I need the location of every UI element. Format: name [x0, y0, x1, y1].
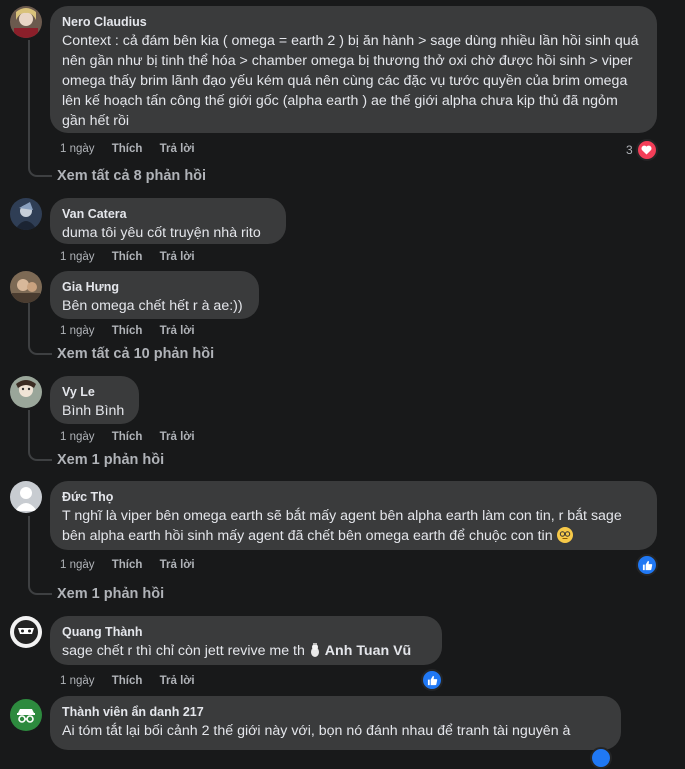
- comment-text: Bình Bình: [62, 403, 125, 419]
- thread-branch: [28, 449, 52, 461]
- view-replies-link[interactable]: Xem tất cả 8 phản hồi: [57, 167, 206, 185]
- comment-text: T nghĩ là viper bên omega earth sẽ bắt m…: [62, 506, 645, 546]
- comment-actions: 1 ngày Thích Trả lời: [60, 674, 195, 688]
- comment-author[interactable]: Vy Le: [62, 384, 127, 400]
- love-reaction-icon: [635, 139, 658, 161]
- comment-text-body: sage chết r thì chỉ còn jett revive me t…: [62, 643, 305, 659]
- comment-time[interactable]: 1 ngày: [60, 430, 95, 444]
- view-replies-link[interactable]: Xem 1 phản hồi: [57, 451, 164, 469]
- thinking-face-emoji-icon: [556, 527, 573, 543]
- like-button[interactable]: Thích: [112, 558, 143, 572]
- reaction-summary[interactable]: 3: [626, 139, 658, 161]
- comment-text: Bên omega chết hết r à ae:)): [62, 298, 243, 314]
- comment-actions: 1 ngày Thích Trả lời: [60, 142, 195, 156]
- like-button[interactable]: Thích: [112, 324, 143, 338]
- comment-bubble: Thành viên ẩn danh 217 Ai tóm tắt lại bố…: [50, 696, 621, 750]
- avatar[interactable]: [10, 616, 42, 648]
- comment-actions: 1 ngày Thích Trả lời: [60, 558, 195, 572]
- comment-text: duma tôi yêu cốt truyện nhà rito: [62, 225, 261, 241]
- reaction-summary[interactable]: [590, 747, 612, 769]
- comment-actions: 1 ngày Thích Trả lời: [60, 250, 195, 264]
- comment-time[interactable]: 1 ngày: [60, 558, 95, 572]
- comment-author[interactable]: Gia Hưng: [62, 279, 247, 295]
- comment-time[interactable]: 1 ngày: [60, 324, 95, 338]
- comment-time[interactable]: 1 ngày: [60, 142, 95, 156]
- reply-button[interactable]: Trả lời: [160, 674, 195, 688]
- like-button[interactable]: Thích: [112, 430, 143, 444]
- comment-text: sage chết r thì chỉ còn jett revive me t…: [62, 641, 430, 661]
- reply-button[interactable]: Trả lời: [160, 430, 195, 444]
- comment-bubble: Quang Thành sage chết r thì chỉ còn jett…: [50, 616, 442, 665]
- avatar[interactable]: [10, 271, 42, 303]
- comment-text: Ai tóm tắt lại bối cảnh 2 thế giới này v…: [62, 723, 571, 739]
- avatar[interactable]: [10, 198, 42, 230]
- like-button[interactable]: Thích: [112, 250, 143, 264]
- view-replies-link[interactable]: Xem tất cả 10 phản hồi: [57, 345, 214, 363]
- like-reaction-icon: [590, 747, 612, 769]
- comment-bubble: Van Catera duma tôi yêu cốt truyện nhà r…: [50, 198, 286, 244]
- reaction-count: 3: [626, 143, 633, 157]
- avatar[interactable]: [10, 699, 42, 731]
- like-button[interactable]: Thích: [112, 674, 143, 688]
- comment-author[interactable]: Van Catera: [62, 206, 274, 222]
- like-reaction-icon: [421, 669, 443, 691]
- comment-author[interactable]: Nero Claudius: [62, 14, 645, 30]
- thread-branch: [28, 165, 52, 177]
- comment-text: Context : cả đám bên kia ( omega = earth…: [62, 33, 639, 129]
- thread-line: [28, 516, 30, 583]
- thread-branch: [28, 343, 52, 355]
- tagged-user-link[interactable]: Anh Tuan Vũ: [325, 643, 411, 659]
- reply-button[interactable]: Trả lời: [160, 558, 195, 572]
- avatar[interactable]: [10, 481, 42, 513]
- thread-line: [28, 40, 30, 165]
- like-reaction-icon: [636, 554, 658, 576]
- avatar[interactable]: [10, 6, 42, 38]
- comment-bubble: Đức Thọ T nghĩ là viper bên omega earth …: [50, 481, 657, 550]
- comment-author[interactable]: Quang Thành: [62, 624, 430, 640]
- comment-time[interactable]: 1 ngày: [60, 250, 95, 264]
- comment-actions: 1 ngày Thích Trả lời: [60, 430, 195, 444]
- thread-line: [28, 303, 30, 343]
- reply-button[interactable]: Trả lời: [160, 142, 195, 156]
- reaction-summary[interactable]: [636, 554, 658, 576]
- view-replies-link[interactable]: Xem 1 phản hồi: [57, 585, 164, 603]
- comment-bubble: Vy Le Bình Bình: [50, 376, 139, 424]
- comment-author[interactable]: Đức Thọ: [62, 489, 645, 505]
- thread-branch: [28, 583, 52, 595]
- comment-bubble: Gia Hưng Bên omega chết hết r à ae:)): [50, 271, 259, 319]
- reply-button[interactable]: Trả lời: [160, 324, 195, 338]
- comment-author[interactable]: Thành viên ẩn danh 217: [62, 704, 609, 720]
- comment-time[interactable]: 1 ngày: [60, 674, 95, 688]
- comment-actions: 1 ngày Thích Trả lời: [60, 324, 195, 338]
- reaction-summary[interactable]: [421, 669, 443, 691]
- tag-avatar-icon: [309, 643, 321, 657]
- thread-line: [28, 410, 30, 449]
- comment-text-body: T nghĩ là viper bên omega earth sẽ bắt m…: [62, 508, 622, 544]
- like-button[interactable]: Thích: [112, 142, 143, 156]
- comment-bubble: Nero Claudius Context : cả đám bên kia (…: [50, 6, 657, 133]
- reply-button[interactable]: Trả lời: [160, 250, 195, 264]
- avatar[interactable]: [10, 376, 42, 408]
